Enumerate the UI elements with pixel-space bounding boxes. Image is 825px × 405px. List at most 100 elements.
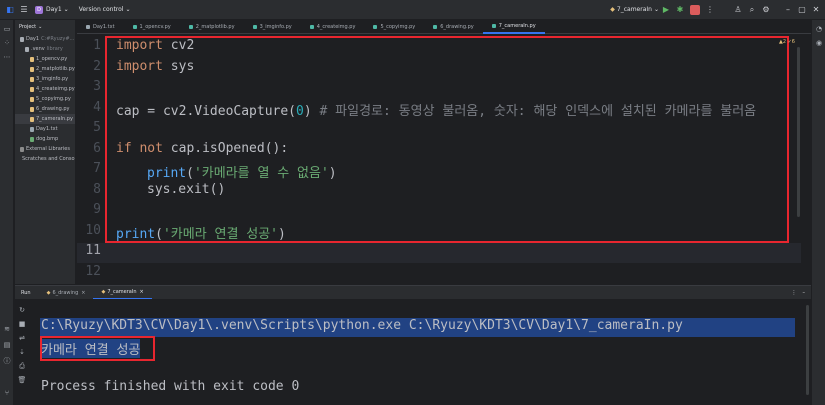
run-tab-label: 6_drawing (52, 289, 79, 296)
editor-tab[interactable]: 6_drawing.py (424, 20, 483, 34)
vcs-selector[interactable]: Version control ⌄ (79, 0, 131, 20)
editor-tab-label: 5_copyimg.py (380, 23, 416, 30)
minimize-panel-icon[interactable]: – (803, 290, 806, 296)
editor-tab[interactable]: 1_opencv.py (124, 20, 180, 34)
project-tree-item[interactable]: External Libraries (15, 144, 75, 154)
chevron-down-icon: ⌄ (38, 24, 43, 30)
scroll-end-icon[interactable]: ⇣ (15, 345, 29, 359)
editor-tab[interactable]: 3_imginfo.py (244, 20, 301, 34)
gear-icon[interactable]: ⚙ (759, 3, 773, 17)
line-number: 7 (93, 161, 101, 176)
python-file-icon (30, 76, 34, 82)
line-number: 3 (93, 79, 101, 94)
editor-tab-label: Day1.txt (93, 23, 115, 30)
editor-tab[interactable]: 7_cameraIn.py (482, 20, 545, 34)
editor-tabs: Day1.txt 1_opencv.py 2_matplotlib.py 3_imgi… (77, 20, 811, 34)
problems-icon[interactable]: ⓘ (0, 354, 14, 368)
minimize-icon[interactable]: – (781, 3, 795, 17)
stop-icon[interactable]: ■ (15, 317, 29, 331)
project-tree-item[interactable]: Scratches and Consoles (15, 154, 75, 164)
editor-tab[interactable]: Day1.txt (77, 20, 124, 34)
maximize-icon[interactable]: ▢ (795, 3, 809, 17)
project-tree-item[interactable]: .venv library (15, 44, 75, 54)
project-tree-item-label: Scratches and Consoles (22, 156, 76, 162)
run-icon[interactable]: ▶ (659, 3, 673, 17)
project-tree-item-label: dog.bmp (36, 136, 59, 142)
project-tree-item[interactable]: Day1 C:#Ryuzy#... (15, 34, 75, 44)
python-file-icon (309, 24, 314, 29)
text-file-icon (30, 126, 34, 132)
python-packages-icon[interactable]: ≋ (0, 322, 14, 336)
project-panel: Project ⌄ Day1 C:#Ryuzy#... .venv library 1_… (15, 20, 76, 284)
more-icon[interactable]: ⋮ (792, 290, 797, 296)
project-tree-item[interactable]: dog.bmp (15, 134, 75, 144)
editor-tab-label: 7_cameraIn.py (498, 22, 536, 29)
project-tree-item-label: Day1.txt (36, 126, 58, 132)
project-tree-item[interactable]: 1_opencv.py (15, 54, 75, 64)
python-file-icon (373, 24, 378, 29)
line-number: 4 (93, 99, 101, 115)
print-icon[interactable]: ⎙ (15, 359, 29, 373)
database-icon[interactable]: ◉ (812, 36, 825, 50)
python-file-icon (491, 23, 496, 28)
project-tree-item[interactable]: 7_cameraIn.py (15, 114, 75, 124)
run-config-label: 7_cameraIn (616, 6, 652, 13)
project-panel-title: Project (19, 24, 37, 30)
run-tab[interactable]: ◆ 6_drawing × (39, 286, 94, 300)
rerun-icon[interactable]: ↻ (15, 303, 29, 317)
project-selector[interactable]: D Day1 ⌄ (35, 0, 69, 20)
run-config-selector[interactable]: ◆ 7_cameraIn ⌄ (610, 0, 659, 20)
close-icon[interactable]: × (140, 289, 144, 295)
account-icon[interactable]: ♙ (731, 3, 745, 17)
code-highlight-box (105, 36, 789, 243)
line-number: 8 (93, 181, 101, 197)
folder-icon[interactable]: ▭ (0, 22, 14, 36)
project-tree-item-label: 1_opencv.py (36, 56, 68, 62)
trash-icon[interactable]: 🗑 (15, 373, 29, 387)
close-icon[interactable]: ✕ (809, 3, 823, 17)
python-icon: ◆ (46, 289, 51, 296)
main-menu-icon[interactable]: ☰ (17, 3, 31, 17)
debug-icon[interactable]: ✱ (673, 3, 687, 17)
project-tree-item[interactable]: 6_drawing.py (15, 104, 75, 114)
app-logo-icon[interactable]: ◧ (3, 3, 17, 17)
right-tool-strip: ◔ ◉ (811, 20, 825, 405)
more-icon[interactable]: ⋮ (703, 3, 717, 17)
project-tree-item[interactable]: 2_matplotlib.py (15, 64, 75, 74)
inspection-badge[interactable]: ▲2 ✓6 (779, 39, 795, 45)
notifications-icon[interactable]: ◔ (812, 22, 825, 36)
console-scrollbar[interactable] (806, 305, 809, 395)
python-icon: ◆ (101, 288, 106, 295)
search-icon[interactable]: ⌕ (745, 3, 759, 17)
project-panel-header[interactable]: Project ⌄ (15, 20, 75, 34)
python-file-icon (132, 24, 137, 29)
code-editor[interactable]: 1 2 3 4 5 6 7 8 9 10 11 12 import cv2 import sys ca… (77, 35, 801, 284)
run-panel-title: Run (21, 289, 31, 296)
terminal-icon[interactable]: ▤ (0, 338, 14, 352)
project-tree-item[interactable]: 3_imginfo.py (15, 74, 75, 84)
stop-button[interactable] (690, 4, 700, 15)
project-tree-item[interactable]: 5_copyimg.py (15, 94, 75, 104)
run-console[interactable]: C:\Ryuzy\KDT3\CV\Day1\.venv\Scripts\pyth… (31, 299, 811, 405)
python-file-icon (30, 116, 34, 122)
project-tree-item[interactable]: 4_createimg.py (15, 84, 75, 94)
project-tree-item[interactable]: Day1.txt (15, 124, 75, 134)
python-icon: ◆ (610, 6, 615, 13)
editor-tab[interactable]: 4_createimg.py (301, 20, 365, 34)
project-tree-item-label: External Libraries (26, 146, 70, 152)
dots-icon[interactable]: ⋯ (0, 50, 14, 64)
left-tool-strip: ▭ ⁘ ⋯ ≋ ▤ ⓘ ⑂ (0, 20, 14, 405)
editor-tab-label: 4_createimg.py (316, 23, 356, 30)
structure-icon[interactable]: ⁘ (0, 36, 14, 50)
console-exit-message: Process finished with exit code 0 (41, 379, 300, 394)
editor-tab[interactable]: 5_copyimg.py (364, 20, 424, 34)
python-file-icon (188, 24, 193, 29)
editor-tab[interactable]: 2_matplotlib.py (180, 20, 244, 34)
line-number-gutter: 1 2 3 4 5 6 7 8 9 10 11 12 (77, 35, 105, 284)
wrap-icon[interactable]: ⇌ (15, 331, 29, 345)
editor-scrollbar[interactable] (797, 47, 800, 217)
close-icon[interactable]: × (81, 290, 85, 296)
run-tab[interactable]: ◆ 7_cameraIn × (93, 286, 152, 300)
git-icon[interactable]: ⑂ (0, 386, 14, 400)
title-bar: ◧ ☰ D Day1 ⌄ Version control ⌄ ◆ 7_camer… (0, 0, 825, 20)
